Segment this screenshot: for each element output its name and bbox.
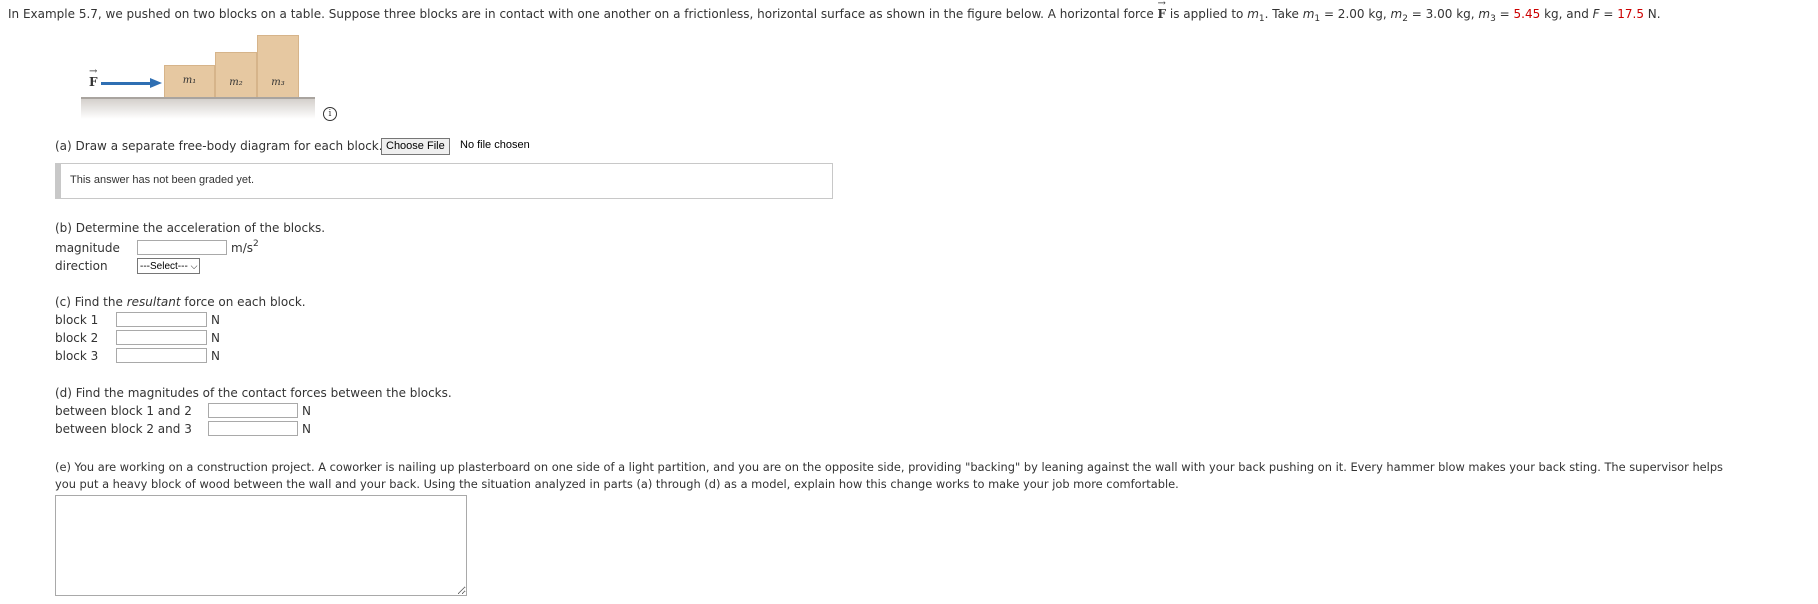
block-m3-label: m₃ <box>271 77 285 88</box>
block-m2-label: m₂ <box>229 77 243 88</box>
m3-symbol: m <box>1478 7 1491 21</box>
contact-12-unit: N <box>302 404 311 418</box>
direction-select-value: ---Select--- <box>140 261 188 272</box>
block-2-label: block 2 <box>55 331 99 345</box>
force-arrow-shaft <box>101 82 150 85</box>
magnitude-label: magnitude <box>55 241 120 255</box>
part-c-em: resultant <box>126 295 181 309</box>
direction-select[interactable]: ---Select--- ⌵ <box>137 258 201 274</box>
part-e-answer-textarea[interactable] <box>55 495 467 596</box>
contact-12-label: between block 1 and 2 <box>55 404 192 418</box>
block-1-force-input[interactable] <box>116 312 207 327</box>
info-icon[interactable]: i <box>323 107 337 121</box>
f-symbol: F <box>1592 7 1600 21</box>
part-e-prompt-line2: you put a heavy block of wood between th… <box>55 477 1179 491</box>
block-m3: m₃ <box>257 35 299 99</box>
direction-label: direction <box>55 259 108 273</box>
intro-text-1: In Example 5.7, we pushed on two blocks … <box>8 7 1158 21</box>
block-2-force-input[interactable] <box>116 330 207 345</box>
m2-symbol: m <box>1390 7 1403 21</box>
block-3-force-input[interactable] <box>116 348 207 363</box>
block-3-unit: N <box>211 349 220 363</box>
contact-force-23-input[interactable] <box>208 421 298 436</box>
contact-23-unit: N <box>302 422 311 436</box>
contact-force-12-input[interactable] <box>208 403 298 418</box>
part-e-prompt-line1: (e) You are working on a construction pr… <box>55 460 1723 474</box>
f-eq: = <box>1599 7 1618 21</box>
problem-statement: In Example 5.7, we pushed on two blocks … <box>8 0 1661 24</box>
choose-file-button[interactable]: Choose File <box>381 138 450 155</box>
block-m2: m₂ <box>215 52 257 99</box>
m2-value: = 3.00 kg, <box>1407 7 1479 21</box>
contact-23-label: between block 2 and 3 <box>55 422 192 436</box>
m1-symbol: m <box>1247 7 1259 21</box>
acceleration-magnitude-input[interactable] <box>137 240 227 255</box>
graded-notice-text: This answer has not been graded yet. <box>70 174 255 186</box>
block-1-unit: N <box>211 313 220 327</box>
acceleration-unit-exp: 2 <box>252 239 259 249</box>
acceleration-unit-base: m/s <box>231 241 253 255</box>
m1-value: = 2.00 kg, <box>1320 7 1391 21</box>
intro-text-2: is applied to <box>1166 7 1248 21</box>
f-value: 17.5 <box>1617 7 1644 21</box>
chevron-down-icon: ⌵ <box>190 261 198 271</box>
part-a-prompt: (a) Draw a separate free-body diagram fo… <box>55 139 383 153</box>
intro-text-3: . Take <box>1264 7 1303 21</box>
m3-value: 5.45 <box>1513 7 1541 21</box>
figure-force-label: F <box>89 66 98 89</box>
table-surface <box>81 97 315 119</box>
acceleration-unit: m/s2 <box>231 239 259 256</box>
part-d-prompt: (d) Find the magnitudes of the contact f… <box>55 386 452 400</box>
file-status: No file chosen <box>460 139 530 151</box>
force-vector-symbol: F <box>1158 0 1167 21</box>
block-3-label: block 3 <box>55 349 99 363</box>
m3-unit: kg, and <box>1540 7 1593 21</box>
m3-eq: = <box>1495 7 1514 21</box>
part-c-prompt: (c) Find the resultant force on each blo… <box>55 295 306 309</box>
part-c-post: force on each block. <box>180 295 306 309</box>
graded-notice-box: This answer has not been graded yet. <box>55 163 833 199</box>
part-c-pre: (c) Find the <box>55 295 127 309</box>
block-1-label: block 1 <box>55 313 99 327</box>
block-2-unit: N <box>211 331 220 345</box>
m1-symbol-2: m <box>1302 7 1315 21</box>
part-b-prompt: (b) Determine the acceleration of the bl… <box>55 221 326 235</box>
force-arrow-head-icon <box>150 78 162 88</box>
block-m1: m₁ <box>164 65 215 99</box>
block-m1-label: m₁ <box>182 75 197 86</box>
f-unit: N. <box>1643 7 1661 21</box>
